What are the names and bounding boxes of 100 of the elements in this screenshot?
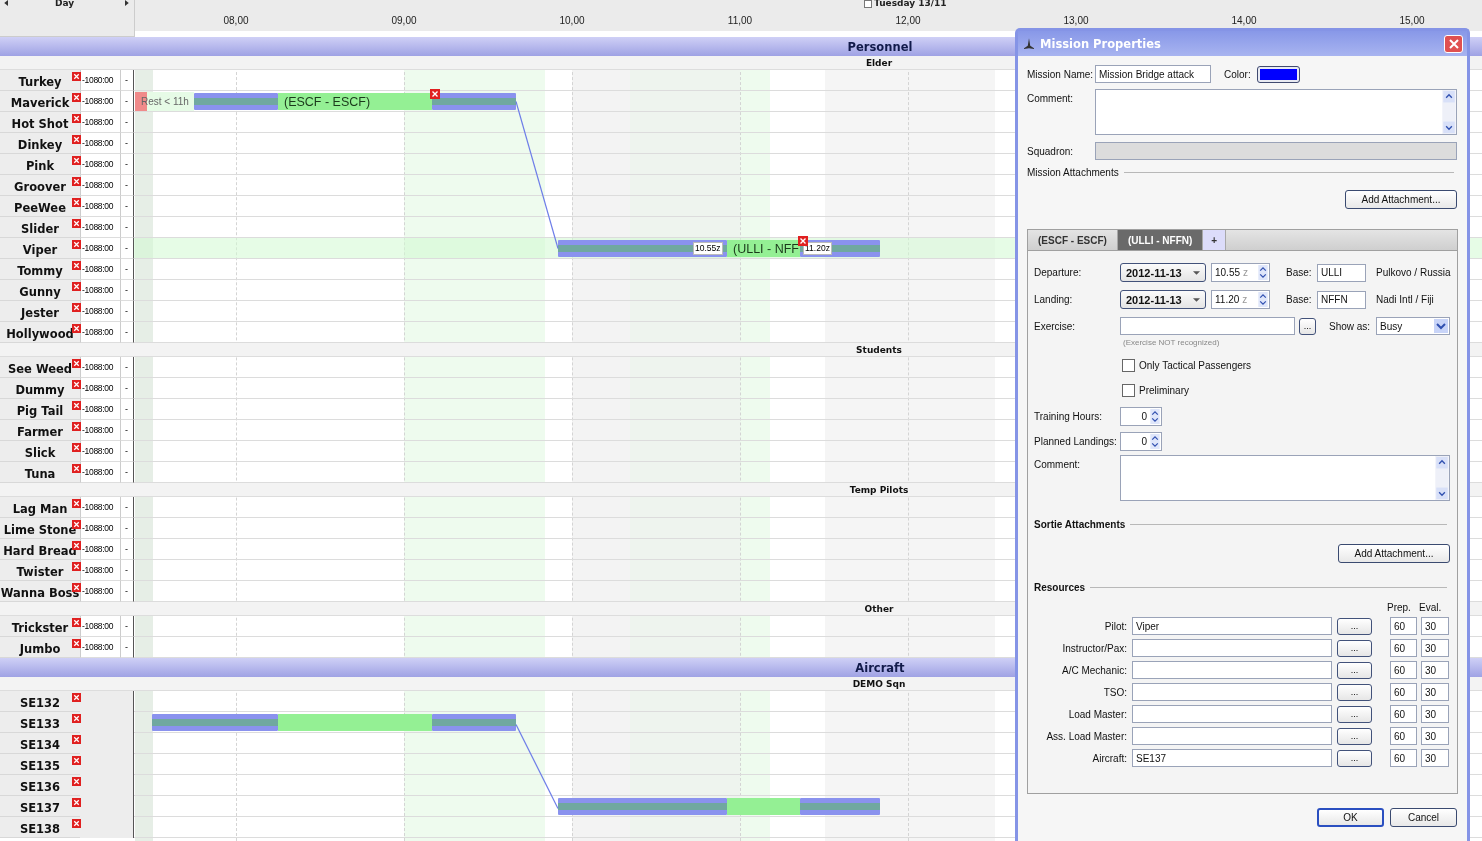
prep-field[interactable]: 60 xyxy=(1390,639,1417,657)
add-attachment-button[interactable]: Add Attachment... xyxy=(1338,544,1450,563)
resource-name[interactable]: Slick xyxy=(24,445,56,460)
eval-field[interactable]: 30 xyxy=(1421,617,1449,635)
prep-field[interactable]: 60 xyxy=(1390,661,1417,679)
hour-label: 14,00 xyxy=(1230,15,1258,26)
hours-cell: -1088:00 xyxy=(80,91,120,112)
resource-name[interactable]: SE133 xyxy=(19,716,61,731)
show-as-dropdown[interactable]: Busy xyxy=(1376,317,1450,335)
field-label: Base: xyxy=(1286,294,1313,305)
tab[interactable]: (ULLI - NFFN) xyxy=(1117,230,1204,250)
resource-name[interactable]: Groover xyxy=(14,179,66,194)
resource-name[interactable]: Dummy xyxy=(15,382,65,397)
prep-field[interactable]: 60 xyxy=(1390,727,1417,745)
browse-button[interactable]: ... xyxy=(1337,617,1372,635)
date-dropdown[interactable]: 2012-11-13 xyxy=(1120,290,1206,309)
prep-field[interactable]: 60 xyxy=(1390,617,1417,635)
dialog-button[interactable]: OK xyxy=(1317,808,1384,827)
prep-field[interactable]: 60 xyxy=(1390,683,1417,701)
time-label: 11.20z xyxy=(803,242,832,255)
resource-name[interactable]: PeeWee xyxy=(14,200,66,215)
resource-name[interactable]: SE135 xyxy=(19,758,61,773)
resource-name[interactable]: Pink xyxy=(25,158,55,173)
browse-button[interactable]: ... xyxy=(1299,317,1316,335)
browse-button[interactable]: ... xyxy=(1337,683,1372,701)
resource-name[interactable]: SE137 xyxy=(19,800,61,815)
resource-name[interactable]: Hot Shot xyxy=(11,116,69,131)
add-attachment-button[interactable]: Add Attachment... xyxy=(1345,190,1457,209)
browse-button[interactable]: ... xyxy=(1337,661,1372,679)
hours-cell: -1088:00 xyxy=(80,497,120,518)
eval-field[interactable]: 30 xyxy=(1421,727,1449,745)
hour-label: 15,00 xyxy=(1398,15,1426,26)
field-label: Color: xyxy=(1224,68,1251,80)
sortie-block[interactable]: (ESCF - ESCF) xyxy=(278,93,432,110)
resource-field[interactable]: Viper xyxy=(1132,617,1332,635)
browse-button[interactable]: ... xyxy=(1337,639,1372,657)
prep-field[interactable]: 60 xyxy=(1390,749,1417,767)
resource-name[interactable]: Lime Stone xyxy=(3,522,77,537)
browse-button[interactable]: ... xyxy=(1337,727,1372,745)
eval-field[interactable]: 30 xyxy=(1421,683,1449,701)
tab[interactable]: (ESCF - ESCF) xyxy=(1028,230,1118,250)
base-field[interactable]: NFFN xyxy=(1317,290,1366,309)
resource-name[interactable]: Turkey xyxy=(18,74,62,89)
resource-name[interactable]: Trickster xyxy=(11,620,69,635)
hour-label: 08,00 xyxy=(222,15,250,26)
resource-name[interactable]: Pig Tail xyxy=(16,403,64,418)
resource-name[interactable]: Dinkey xyxy=(17,137,63,152)
hours-cell: -1088:00 xyxy=(80,378,120,399)
hours-cell: -1088:00 xyxy=(80,637,120,658)
number-spinner[interactable]: 0 xyxy=(1120,407,1162,426)
eval-field[interactable]: 30 xyxy=(1421,639,1449,657)
checkbox-label: Only Tactical Passengers xyxy=(1139,360,1252,371)
resource-name[interactable]: Gunny xyxy=(19,284,61,299)
time-label: 10.55z xyxy=(693,242,723,255)
dialog-button[interactable]: Cancel xyxy=(1390,808,1457,827)
eval-field[interactable]: 30 xyxy=(1421,661,1449,679)
resource-field[interactable]: SE137 xyxy=(1132,749,1332,767)
resource-name[interactable]: Viper xyxy=(22,242,58,257)
hour-label: 13,00 xyxy=(1062,15,1090,26)
field-label: Ass. Load Master: xyxy=(1045,730,1127,742)
resource-name[interactable]: Twister xyxy=(16,564,64,579)
resource-name[interactable]: See Weed xyxy=(8,361,72,376)
browse-button[interactable]: ... xyxy=(1337,749,1372,767)
eval-field[interactable]: 30 xyxy=(1421,749,1449,767)
eval-field[interactable]: 30 xyxy=(1421,705,1449,723)
number-spinner[interactable]: 0 xyxy=(1120,432,1162,451)
date-dropdown[interactable]: 2012-11-13 xyxy=(1120,263,1206,282)
time-field[interactable]: 11.20 z xyxy=(1211,290,1270,309)
resource-name[interactable]: Lag Man xyxy=(12,501,68,516)
time-field[interactable]: 10.55 z xyxy=(1211,263,1270,282)
hours-cell: -1088:00 xyxy=(80,238,120,259)
field-label: Comment: xyxy=(1034,459,1082,470)
resource-name[interactable]: Farmer xyxy=(16,424,64,439)
resource-name[interactable]: Hollywood xyxy=(6,326,74,341)
dash-cell: - xyxy=(120,420,134,441)
dash-cell: - xyxy=(120,301,134,322)
base-field[interactable]: ULLI xyxy=(1317,263,1366,282)
hour-label: 11,00 xyxy=(726,15,754,26)
resource-name[interactable]: Slider xyxy=(21,221,59,236)
resource-name[interactable]: Tommy xyxy=(17,263,63,278)
prep-field[interactable]: 60 xyxy=(1390,705,1417,723)
view-label: Day xyxy=(55,0,75,8)
dash-cell: - xyxy=(120,539,134,560)
resource-name[interactable]: SE132 xyxy=(19,695,61,710)
resource-name[interactable]: SE134 xyxy=(19,737,61,752)
hours-cell: -1088:00 xyxy=(80,196,120,217)
resource-name[interactable]: Jester xyxy=(21,305,59,320)
hours-cell: -1088:00 xyxy=(80,301,120,322)
browse-button[interactable]: ... xyxy=(1337,705,1372,723)
dash-cell: - xyxy=(120,581,134,602)
resource-name[interactable]: Tuna xyxy=(24,466,56,481)
resource-name[interactable]: SE136 xyxy=(19,779,61,794)
tab[interactable]: + xyxy=(1203,230,1227,250)
resource-name[interactable]: SE138 xyxy=(19,821,61,836)
resource-name[interactable]: Maverick xyxy=(10,95,70,110)
hours-cell: -1088:00 xyxy=(80,217,120,238)
mission-name-field[interactable]: Mission Bridge attack xyxy=(1095,65,1211,83)
hour-label: 10,00 xyxy=(558,15,586,26)
sortie-block[interactable]: (ULLI - NFF xyxy=(727,240,800,257)
resource-name[interactable]: Jumbo xyxy=(19,641,61,656)
